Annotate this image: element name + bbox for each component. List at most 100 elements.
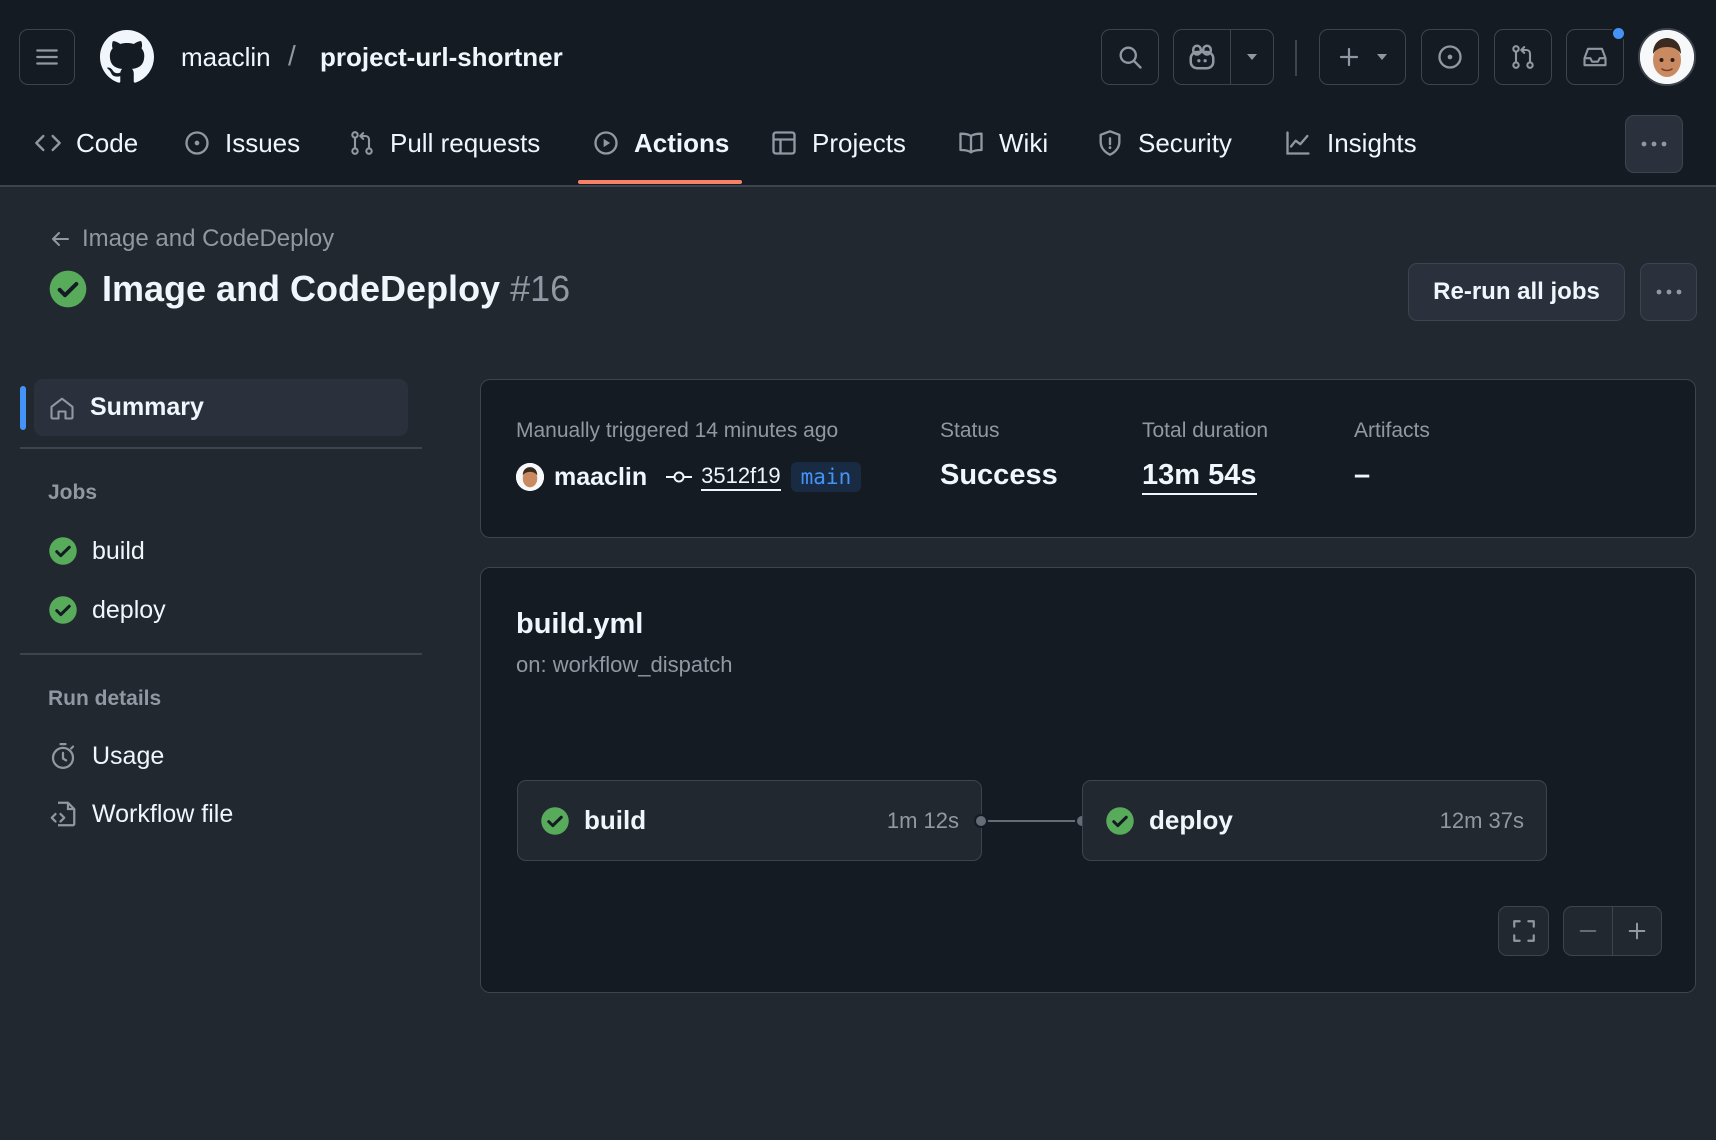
- zoom-out-button[interactable]: [1564, 907, 1613, 955]
- status-label: Status: [940, 419, 1000, 442]
- header-divider: [1295, 40, 1297, 76]
- sidebar-divider: [20, 447, 422, 449]
- tab-label: Code: [76, 127, 139, 158]
- github-logo-icon[interactable]: [100, 30, 154, 84]
- zoom-in-button[interactable]: [1613, 907, 1661, 955]
- avatar[interactable]: [516, 463, 544, 491]
- issues-button[interactable]: [1421, 29, 1479, 85]
- table-icon: [772, 131, 796, 155]
- create-new-button[interactable]: [1319, 29, 1406, 85]
- run-actor: maaclin 3512f19 main: [516, 462, 862, 492]
- kebab-horizontal-icon: [1641, 141, 1667, 147]
- sidebar-item-summary[interactable]: Summary: [34, 379, 408, 436]
- jobs-heading: Jobs: [48, 481, 98, 504]
- file-code-icon: [50, 801, 76, 827]
- job-connector: [982, 820, 1082, 822]
- more-tabs-button[interactable]: [1625, 115, 1683, 173]
- active-tab-indicator: [578, 180, 742, 184]
- run-summary-card: [480, 379, 1696, 538]
- job-connector-dot: [974, 814, 988, 828]
- check-circle-fill-icon: [49, 270, 87, 308]
- tab-label: Wiki: [999, 127, 1049, 158]
- screen-full-icon: [1512, 920, 1535, 942]
- status-value: Success: [940, 459, 1058, 491]
- plus-icon: [1339, 47, 1358, 67]
- tab-projects[interactable]: Projects: [770, 118, 906, 168]
- run-number: #16: [510, 268, 571, 309]
- run-title: Image and CodeDeploy: [102, 268, 501, 309]
- sidebar-job-label: build: [92, 536, 145, 565]
- tab-code[interactable]: Code: [34, 118, 138, 168]
- code-icon: [35, 134, 61, 152]
- sidebar-item-usage[interactable]: Usage: [48, 741, 164, 771]
- job-name: deploy: [1149, 805, 1233, 835]
- sidebar-item-label: Workflow file: [92, 799, 234, 828]
- tab-insights[interactable]: Insights: [1283, 118, 1417, 168]
- job-duration: 12m 37s: [1439, 807, 1524, 833]
- tab-label: Projects: [812, 127, 906, 158]
- git-commit-icon: [666, 471, 693, 483]
- commit-link[interactable]: 3512f19: [665, 463, 781, 491]
- zoom-controls: [1563, 906, 1662, 956]
- dash-icon: [1579, 929, 1597, 933]
- job-duration: 1m 12s: [886, 807, 959, 833]
- tab-label: Insights: [1327, 127, 1417, 158]
- book-icon: [959, 132, 983, 154]
- run-options-button[interactable]: [1640, 263, 1697, 321]
- rerun-all-jobs-button[interactable]: Re-run all jobs: [1408, 263, 1625, 321]
- tab-pull-requests[interactable]: Pull requests: [348, 118, 540, 168]
- kebab-horizontal-icon: [1656, 289, 1681, 295]
- home-icon: [50, 397, 74, 420]
- sidebar-job-build[interactable]: build: [48, 536, 145, 566]
- branch-badge[interactable]: main: [790, 462, 862, 492]
- job-node-build[interactable]: build 1m 12s: [517, 780, 982, 861]
- arrow-left-icon: [52, 232, 69, 246]
- sidebar-job-deploy[interactable]: deploy: [48, 595, 166, 625]
- copilot-button[interactable]: [1173, 29, 1274, 85]
- graph-icon: [1286, 131, 1310, 155]
- issue-opened-icon: [1438, 45, 1462, 69]
- tab-issues[interactable]: Issues: [183, 118, 300, 168]
- check-circle-fill-icon: [49, 537, 77, 565]
- page-title: Image and CodeDeploy #16: [48, 268, 570, 310]
- check-circle-fill-icon: [1106, 806, 1134, 835]
- sidebar-item-workflow-file[interactable]: Workflow file: [48, 799, 233, 829]
- repo-name-link[interactable]: project-url-shortner: [320, 42, 563, 73]
- back-link-label: Image and CodeDeploy: [82, 225, 335, 252]
- play-icon: [594, 131, 618, 155]
- check-circle-fill-icon: [541, 806, 569, 835]
- user-avatar[interactable]: [1638, 28, 1696, 86]
- workflow-file-name: build.yml: [516, 608, 644, 640]
- copilot-icon: [1189, 44, 1215, 70]
- fullscreen-button[interactable]: [1498, 906, 1549, 956]
- pull-requests-button[interactable]: [1494, 29, 1552, 85]
- back-link[interactable]: Image and CodeDeploy: [48, 225, 334, 253]
- duration-label: Total duration: [1142, 419, 1269, 442]
- tab-security[interactable]: Security: [1096, 118, 1232, 168]
- notification-indicator: [1611, 26, 1626, 41]
- chevron-down-icon: [1247, 54, 1258, 60]
- menu-button[interactable]: [19, 29, 75, 85]
- search-icon: [1119, 46, 1142, 69]
- hamburger-icon: [36, 49, 58, 65]
- job-node-deploy[interactable]: deploy 12m 37s: [1082, 780, 1547, 861]
- shield-icon: [1099, 130, 1121, 156]
- git-pull-request-icon: [351, 131, 373, 155]
- search-button[interactable]: [1101, 29, 1159, 85]
- artifacts-label: Artifacts: [1354, 419, 1430, 442]
- plus-icon: [1628, 922, 1646, 940]
- commit-sha: 3512f19: [701, 463, 781, 491]
- stopwatch-icon: [51, 743, 75, 769]
- trigger-label: Manually triggered 14 minutes ago: [516, 419, 839, 442]
- repo-owner-link[interactable]: maaclin: [181, 42, 271, 73]
- check-circle-fill-icon: [49, 596, 77, 624]
- run-details-heading: Run details: [48, 687, 162, 710]
- tab-wiki[interactable]: Wiki: [957, 118, 1048, 168]
- breadcrumb-separator: /: [288, 40, 296, 71]
- actor-name[interactable]: maaclin: [554, 463, 647, 492]
- sidebar-active-indicator: [20, 386, 26, 430]
- tab-actions[interactable]: Actions: [592, 118, 729, 168]
- duration-value[interactable]: 13m 54s: [1142, 459, 1257, 495]
- workflow-trigger: on: workflow_dispatch: [516, 652, 733, 677]
- job-name: build: [584, 805, 647, 835]
